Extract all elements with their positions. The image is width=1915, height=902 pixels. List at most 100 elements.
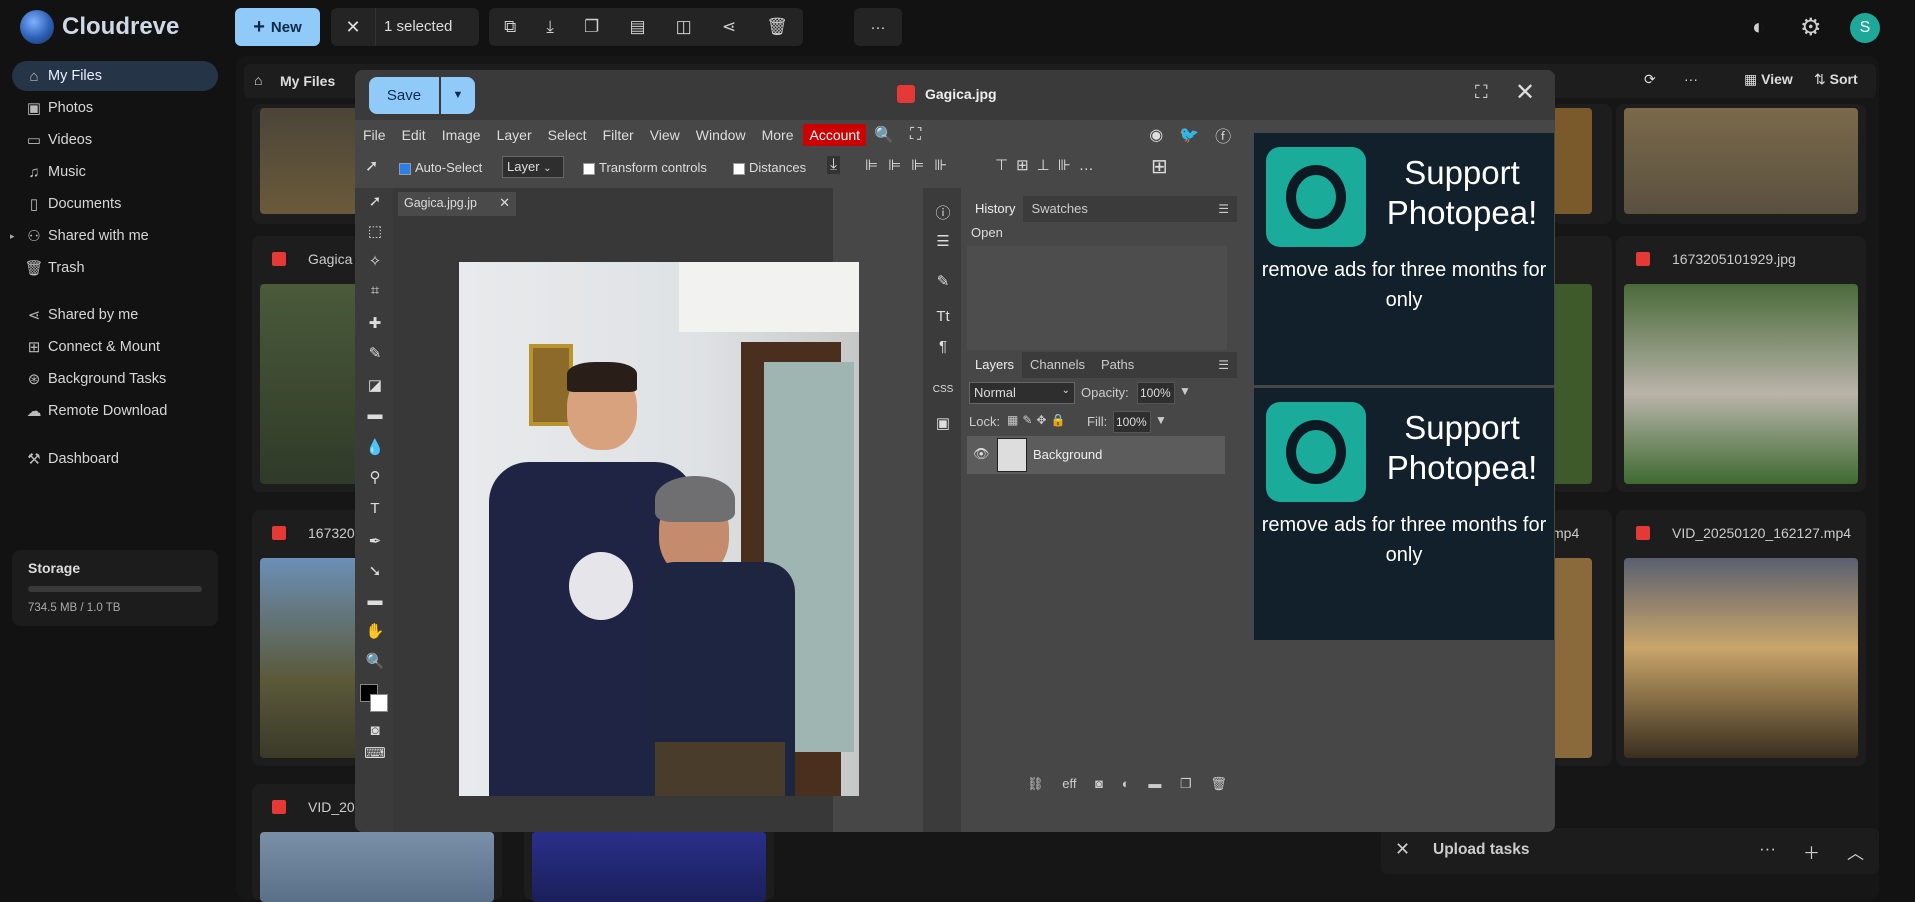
menu-edit[interactable]: Edit — [394, 127, 434, 143]
fullscreen-icon[interactable]: ⛶ — [902, 126, 929, 144]
tab-swatches[interactable]: Swatches — [1023, 196, 1095, 222]
menu-layer[interactable]: Layer — [489, 127, 540, 143]
image-icon[interactable]: ▣ — [932, 414, 954, 436]
sidebar-item-shared-with-me[interactable]: ▸ ⚇ Shared with me — [10, 221, 218, 251]
fill-dropdown-icon[interactable]: ▼ — [1155, 413, 1167, 427]
sidebar-item-documents[interactable]: ▯ Documents — [12, 189, 218, 219]
expand-arrow-icon[interactable]: ▸ — [10, 231, 15, 242]
blur-tool-icon[interactable]: 💧 — [364, 438, 386, 460]
document-tab[interactable]: Gagica.jpg.jp ✕ — [398, 192, 516, 216]
new-layer-icon[interactable]: ❐ — [1180, 776, 1192, 798]
transform-controls-checkbox[interactable]: Transform controls — [583, 160, 707, 175]
menu-file[interactable]: File — [355, 127, 394, 143]
menu-window[interactable]: Window — [688, 127, 754, 143]
panel-menu-icon[interactable]: ☰ — [1210, 352, 1237, 378]
opacity-dropdown-icon[interactable]: ▼ — [1179, 384, 1191, 398]
pen-tool-icon[interactable]: ✒ — [364, 532, 386, 554]
visibility-eye-icon[interactable]: 👁 — [973, 446, 990, 462]
refresh-icon[interactable]: ⟳ — [1644, 71, 1656, 88]
layer-row-background[interactable]: 👁 Background — [967, 436, 1225, 474]
hand-tool-icon[interactable]: ✋ — [364, 622, 386, 644]
menu-view[interactable]: View — [642, 127, 688, 143]
delete-layer-icon[interactable]: 🗑 — [1210, 776, 1227, 798]
crop-tool-icon[interactable]: ⌗ — [364, 282, 386, 304]
healing-brush-icon[interactable]: ✚ — [364, 314, 386, 336]
close-icon[interactable]: ✕ — [1515, 78, 1535, 107]
file-card[interactable] — [1552, 236, 1612, 492]
file-card[interactable]: VID_20250120_162127.mp4 — [1616, 510, 1866, 766]
sidebar-item-videos[interactable]: ▭ Videos — [12, 125, 218, 155]
layer-effects-icon[interactable]: eff — [1062, 776, 1076, 798]
grid-icon[interactable]: ⊞ — [1151, 154, 1168, 179]
tab-channels[interactable]: Channels — [1022, 352, 1093, 378]
file-card[interactable] — [1616, 104, 1866, 224]
sidebar-item-remote-download[interactable]: ☁ Remote Download — [12, 396, 218, 426]
new-group-icon[interactable]: ▬ — [1148, 776, 1161, 798]
fullscreen-icon[interactable]: ⛶ — [1475, 82, 1488, 103]
blend-mode-select[interactable]: Normal ⌄ — [969, 382, 1075, 404]
menu-more[interactable]: More — [754, 127, 802, 143]
path-select-icon[interactable]: ➘ — [364, 562, 386, 584]
menu-select[interactable]: Select — [540, 127, 595, 143]
open-external-icon[interactable]: ⧉ — [504, 17, 516, 37]
add-icon[interactable]: ＋ — [1803, 839, 1820, 864]
brush-settings-icon[interactable]: ✎ — [932, 272, 954, 294]
twitter-icon[interactable]: 🐦 — [1171, 125, 1207, 145]
delete-icon[interactable]: 🗑 — [766, 17, 788, 37]
download-icon[interactable]: ⤓ — [827, 156, 841, 174]
new-button[interactable]: + New — [235, 8, 320, 46]
sidebar-item-my-files[interactable]: ⌂ My Files — [12, 61, 218, 91]
move-icon[interactable]: ▤ — [629, 17, 645, 37]
more-icon[interactable]: ··· — [1684, 71, 1698, 87]
support-ad-1[interactable]: Support Photopea! remove ads for three m… — [1254, 133, 1554, 385]
distances-checkbox[interactable]: Distances — [733, 160, 806, 175]
more-actions-button[interactable]: ··· — [854, 8, 902, 46]
storage-card[interactable]: Storage 734.5 MB / 1.0 TB — [12, 550, 218, 626]
magic-wand-icon[interactable]: ✧ — [364, 252, 386, 274]
dodge-tool-icon[interactable]: ⚲ — [364, 468, 386, 490]
distribute-icons[interactable]: ⊤⊞⊥⊪… — [995, 156, 1102, 174]
text-tool-icon[interactable]: T — [364, 500, 386, 522]
user-avatar[interactable]: S — [1850, 13, 1880, 43]
tab-layers[interactable]: Layers — [967, 352, 1023, 378]
keyboard-icon[interactable]: ⌨ — [364, 744, 386, 766]
sort-button[interactable]: ⇅ Sort — [1814, 71, 1858, 88]
file-card[interactable]: mp4 — [1552, 510, 1612, 766]
more-icon[interactable]: ··· — [1759, 839, 1776, 859]
support-ad-2[interactable]: Support Photopea! remove ads for three m… — [1254, 388, 1554, 640]
sidebar-item-dashboard[interactable]: ⚒ Dashboard — [12, 444, 218, 474]
menu-filter[interactable]: Filter — [595, 127, 642, 143]
file-card[interactable] — [1552, 104, 1612, 224]
sidebar-item-connect-mount[interactable]: ⊞ Connect & Mount — [12, 332, 218, 362]
tab-paths[interactable]: Paths — [1093, 352, 1142, 378]
download-icon[interactable]: ⤓ — [546, 17, 554, 37]
facebook-icon[interactable]: ⓕ — [1207, 123, 1239, 147]
tab-history[interactable]: History — [967, 196, 1024, 222]
sidebar-item-music[interactable]: ♫ Music — [12, 157, 218, 187]
account-button[interactable]: Account — [803, 124, 867, 146]
home-icon[interactable]: ⌂ — [254, 72, 262, 88]
css-icon[interactable]: CSS — [932, 384, 954, 406]
copy-icon[interactable]: ❐ — [584, 17, 599, 37]
layer-mask-icon[interactable]: ◙ — [1095, 776, 1103, 798]
settings-gear-icon[interactable]: ⚙ — [1800, 13, 1822, 42]
close-icon[interactable]: ✕ — [1395, 839, 1410, 860]
character-icon[interactable]: Tt — [932, 308, 954, 330]
fill-input[interactable]: 100% — [1113, 411, 1151, 433]
zoom-tool-icon[interactable]: 🔍 — [364, 652, 386, 674]
lock-icons[interactable]: ▦✎✥🔒 — [1007, 413, 1069, 427]
save-options-dropdown[interactable]: ▼ — [441, 77, 475, 114]
sidebar-item-trash[interactable]: 🗑 Trash — [12, 253, 218, 283]
background-color-swatch[interactable] — [370, 694, 388, 712]
search-icon[interactable]: 🔍 — [866, 125, 902, 145]
sidebar-item-shared-by-me[interactable]: ⋖ Shared by me — [12, 300, 218, 330]
sidebar-item-background-tasks[interactable]: ⊛ Background Tasks — [12, 364, 218, 394]
file-card[interactable]: 1673205101929.jpg — [1616, 236, 1866, 492]
document-image[interactable] — [459, 262, 859, 796]
auto-select-checkbox[interactable]: Auto-Select — [399, 160, 482, 175]
chevron-up-icon[interactable]: ︿ — [1847, 839, 1864, 864]
layer-select[interactable]: Layer ⌄ — [502, 156, 564, 178]
paragraph-icon[interactable]: ¶ — [932, 338, 954, 360]
clear-selection-icon[interactable]: ✕ — [331, 17, 375, 38]
sidebar-item-photos[interactable]: ▣ Photos — [12, 93, 218, 123]
